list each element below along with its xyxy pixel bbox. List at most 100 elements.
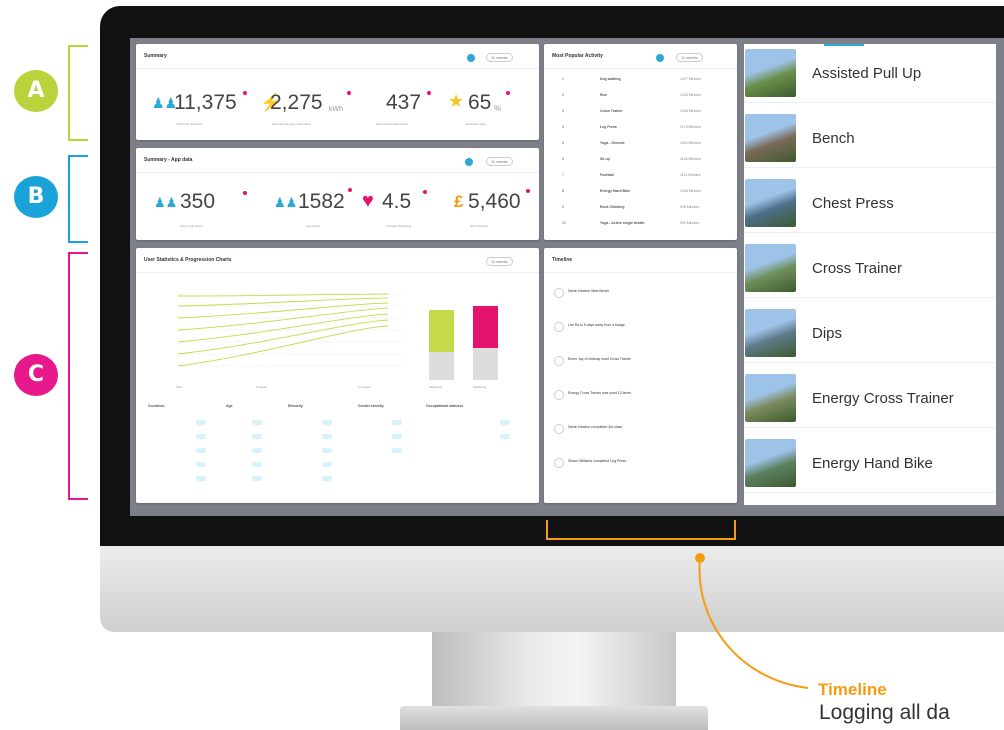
panel-title: Timeline: [552, 257, 573, 263]
timeline-text: Energy Cross Trainer was used 12 times: [568, 391, 632, 395]
exercise-name: Energy Cross Trainer: [812, 390, 954, 407]
avatar: [554, 424, 564, 434]
progression-line-chart: [177, 293, 403, 367]
stat-wellbeing: 4.5: [382, 190, 412, 213]
timeline-text: Shaun Williams completed Leg Press: [568, 459, 626, 463]
monitor-foot: [400, 706, 708, 730]
avatar: [554, 356, 564, 366]
popular-activity-row: 9 Rock Climbing 948 Minutes: [550, 202, 730, 213]
activity-rank: 8: [562, 189, 564, 193]
popular-activity-row: 2 Run 1226 Minutes: [550, 90, 730, 101]
badge-a: A: [14, 70, 58, 112]
timeline-text: Lee Ra is 5 days away from a badge: [568, 323, 625, 327]
popular-activity-row: 7 Football 1113 Minutes: [550, 170, 730, 181]
monitor-chin: [100, 546, 1004, 632]
heart-icon: ♥: [362, 190, 374, 212]
activity-name: Sit up: [600, 157, 610, 161]
stat-savings: 5,460: [468, 190, 521, 213]
activity-name: Run: [600, 93, 607, 97]
panel-title: User Statistics & Progression Charts: [144, 257, 232, 263]
column-gender: Gender Identity: [358, 404, 384, 408]
exercise-item[interactable]: Energy Hand Bike: [744, 436, 996, 501]
stat-label: Total User Sessions: [176, 122, 203, 126]
info-icon[interactable]: [465, 158, 473, 166]
column-age: Age: [226, 404, 233, 408]
exercise-item[interactable]: Cross Trainer: [744, 241, 996, 306]
period-select[interactable]: 11 weeks: [486, 257, 513, 266]
exercise-thumbnail: [745, 49, 796, 97]
bar-label: Wellbeing: [429, 385, 443, 389]
exercise-item[interactable]: Energy Cross Trainer: [744, 371, 996, 436]
exercise-item[interactable]: Dips: [744, 306, 996, 371]
info-icon[interactable]: [656, 54, 664, 62]
activity-rank: 6: [562, 157, 564, 161]
exercise-item[interactable]: Chest Press: [744, 176, 996, 241]
timeline-text: Sarah Newton liked Bench: [568, 289, 610, 293]
exercise-list: Assisted Pull Up Bench Chest Press Cross Tr…: [744, 44, 996, 505]
exercise-thumbnail: [745, 179, 796, 227]
exercise-thumbnail: [745, 114, 796, 162]
summary-app-panel: Summary - App data 11 weeks ♟♟ 350 Activ…: [136, 148, 539, 240]
avatar: [554, 288, 564, 298]
stat-label: Retention Rate: [466, 122, 487, 126]
panel-title: Summary: [144, 53, 167, 59]
stat-active-users: 350: [180, 190, 216, 213]
popular-activity-row: 10 Yoga - Active single breath 903 Minutes: [550, 218, 730, 229]
pound-icon: £: [454, 192, 464, 211]
activity-name: Leg Press: [600, 125, 617, 129]
column-ethnicity: Ethnicity: [288, 404, 303, 408]
period-select[interactable]: 11 weeks: [486, 53, 513, 62]
x-label-mid: 5 weeks: [256, 385, 268, 389]
stat-label: Active App Users: [180, 224, 203, 228]
period-select[interactable]: 11 weeks: [486, 157, 513, 166]
badge-c: C: [14, 354, 58, 396]
activity-rank: 9: [562, 205, 564, 209]
timeline-text: Sarah Newton completed 3rd class: [568, 425, 623, 429]
info-icon[interactable]: [467, 54, 475, 62]
exercise-name: Chest Press: [812, 195, 894, 212]
users-icon: ♟♟: [274, 195, 298, 210]
activity-name: Rock Climbing: [600, 205, 625, 209]
summary-panel: Summary 11 weeks ♟♟ 11,375 Total User Se…: [136, 44, 539, 140]
activity-minutes: 1160 Minutes: [680, 141, 701, 145]
popular-activity-row: 5 Yoga - General 1160 Minutes: [550, 138, 730, 149]
stat-label: Average Wellbeing: [386, 224, 412, 228]
wellbeing-bar-lime: [429, 310, 454, 380]
bracket-b: [68, 155, 88, 243]
stat-label: App Users: [306, 224, 321, 228]
timeline-panel: Timeline Sarah Newton liked Bench Lee Ra …: [544, 248, 737, 503]
activity-minutes: 1173 Minutes: [680, 125, 701, 129]
activity-name: Dog walking: [600, 77, 621, 81]
x-label-start: Start: [176, 385, 183, 389]
exercise-name: Bench: [812, 130, 855, 147]
period-select[interactable]: 11 weeks: [676, 53, 703, 62]
user-statistics-panel: User Statistics & Progression Charts 11 …: [136, 248, 539, 503]
popular-activity-row: 3 Cross Trainer 1206 Minutes: [550, 106, 730, 117]
activity-name: Football: [600, 173, 614, 177]
activity-rank: 3: [562, 109, 564, 113]
x-label-end: 11 weeks: [358, 385, 371, 389]
activity-name: Cross Trainer: [600, 109, 623, 113]
caption-title: Timeline: [818, 680, 887, 699]
activity-rank: 1: [562, 77, 564, 81]
stat-value: 65: [468, 91, 492, 114]
exercise-thumbnail: [745, 439, 796, 487]
activity-minutes: 1226 Minutes: [680, 93, 702, 97]
exercise-name: Assisted Pull Up: [812, 65, 922, 82]
stat-value: 437: [386, 91, 422, 114]
exercise-name: Dips: [812, 325, 843, 342]
stat-value: 2,275: [270, 91, 323, 114]
bracket-c: [68, 252, 88, 500]
badge-b: B: [14, 176, 58, 218]
exercise-name: Energy Hand Bike: [812, 455, 933, 472]
activity-minutes: 948 Minutes: [680, 205, 700, 209]
popular-activity-panel: Most Popular Activity 11 weeks 1 Dog walk…: [544, 44, 737, 240]
activity-minutes: 1113 Minutes: [680, 173, 701, 177]
exercise-item[interactable]: Bench: [744, 111, 996, 176]
activity-name: Yoga - Active single breath: [600, 221, 645, 225]
exercise-item[interactable]: Assisted Pull Up: [744, 46, 996, 111]
exercise-thumbnail: [745, 374, 796, 422]
timeline-text: Elmer Jay of midway used Cross Trainer: [568, 357, 631, 361]
column-occupation: Occupational statuses: [426, 404, 464, 408]
bracket-a: [68, 45, 88, 141]
